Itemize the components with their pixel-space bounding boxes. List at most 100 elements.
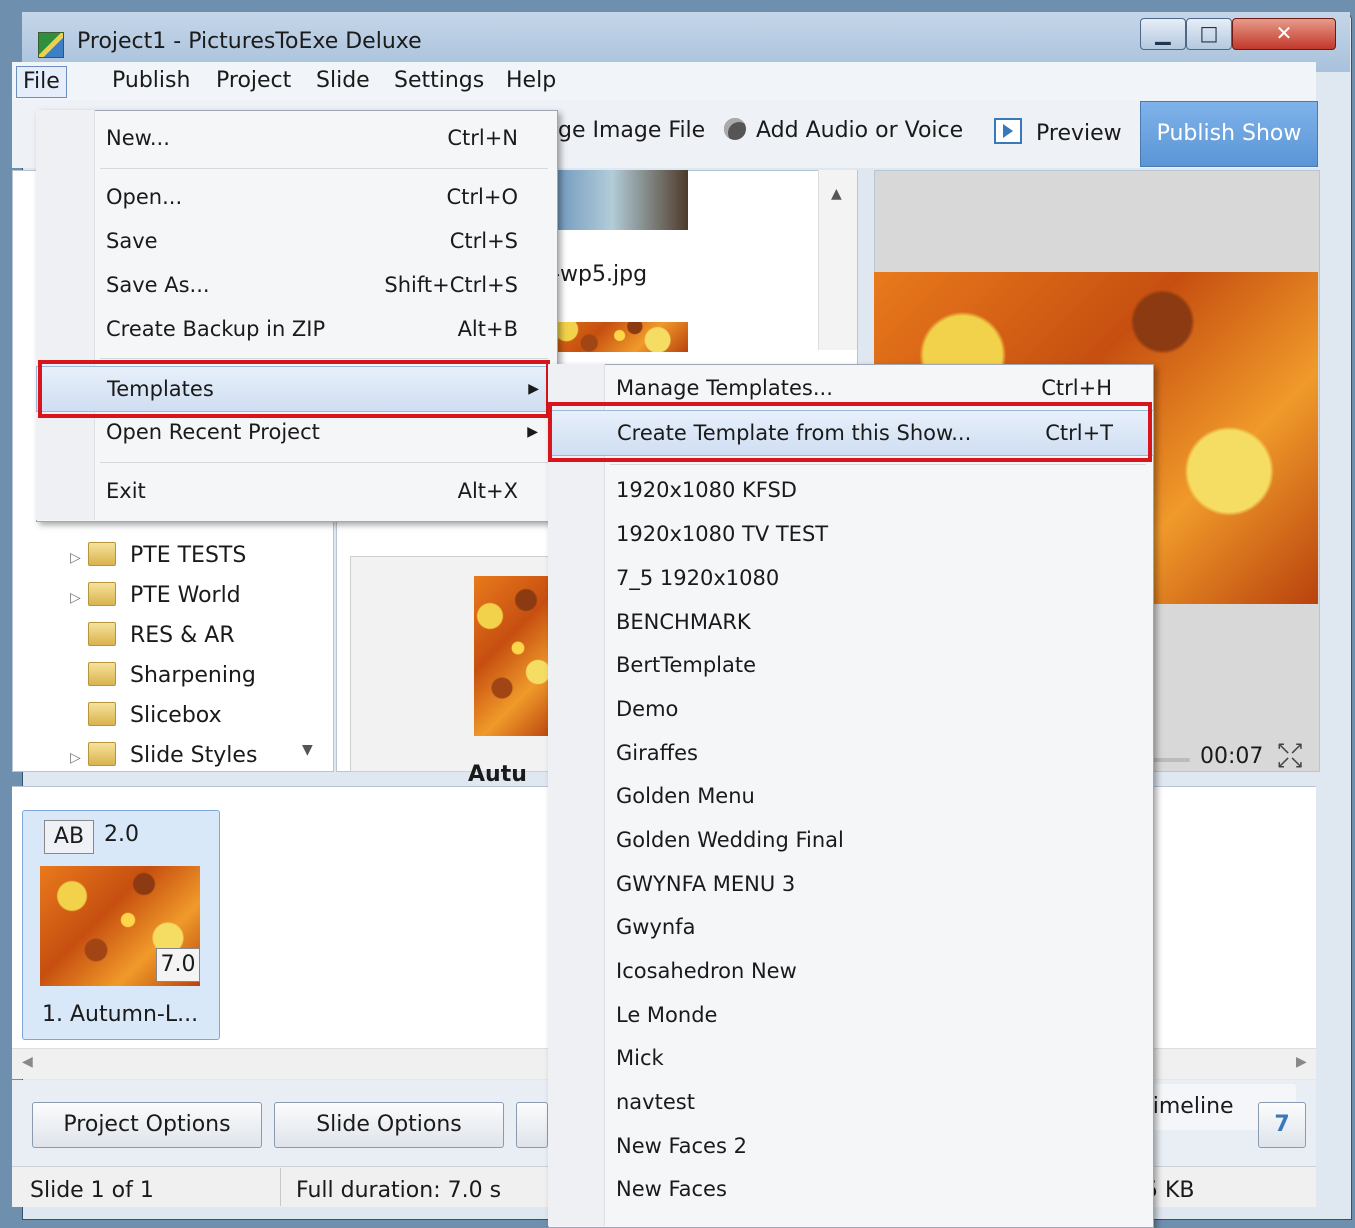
template-item[interactable]: New Faces — [548, 1169, 1152, 1209]
menu-shortcut: Ctrl+N — [447, 126, 518, 150]
tree-item[interactable]: ▷ PTE World — [70, 578, 241, 614]
template-item[interactable]: Demo — [548, 689, 1152, 729]
tree-item[interactable]: ▷ Slide Styles — [70, 738, 257, 774]
file-list-scrollbar[interactable]: ▲ — [818, 170, 857, 350]
menu-item-save-as[interactable]: Save As... Shift+Ctrl+S — [36, 265, 556, 305]
menu-item-label: Open... — [106, 185, 183, 209]
add-audio-button[interactable]: Add Audio or Voice — [724, 118, 963, 143]
tree-item[interactable]: Slicebox — [70, 698, 222, 734]
transition-duration: 2.0 — [104, 822, 139, 847]
file-thumbnail[interactable] — [536, 170, 688, 230]
minimize-button[interactable]: ▁ — [1140, 18, 1186, 50]
template-item[interactable]: Mick — [548, 1038, 1152, 1078]
folder-icon — [88, 662, 116, 686]
template-item[interactable]: 1920x1080 KFSD — [548, 470, 1152, 510]
tree-item-label: RES & AR — [130, 623, 235, 648]
file-name: Autu — [468, 762, 527, 787]
template-item[interactable]: Golden Menu — [548, 776, 1152, 816]
template-item[interactable]: Le Monde — [548, 995, 1152, 1035]
scroll-right-icon[interactable]: ▶ — [1296, 1054, 1307, 1070]
menu-item-open[interactable]: Open... Ctrl+O — [36, 177, 556, 217]
menu-item-label: Save — [106, 229, 158, 253]
app-icon — [38, 32, 64, 58]
audio-icon — [724, 118, 746, 140]
template-label: New Faces 2 — [616, 1134, 747, 1158]
template-label: 1920x1080 KFSD — [616, 478, 797, 502]
tree-item[interactable]: Sharpening — [70, 658, 256, 694]
template-item[interactable]: Golden Wedding Final — [548, 820, 1152, 860]
menu-separator — [610, 464, 1146, 465]
menu-item-label: New... — [106, 126, 170, 150]
menu-separator — [100, 168, 548, 169]
template-label: Mick — [616, 1046, 664, 1070]
slide-options-button[interactable]: Slide Options — [274, 1102, 504, 1148]
file-thumbnail — [474, 576, 554, 736]
highlight-box-create-template — [548, 402, 1152, 462]
template-item[interactable]: Giraffes — [548, 733, 1152, 773]
publish-show-button[interactable]: Publish Show — [1140, 101, 1318, 167]
menu-project[interactable]: Project — [210, 66, 297, 96]
status-duration: Full duration: 7.0 s — [296, 1178, 502, 1203]
menu-item-new[interactable]: New... Ctrl+N — [36, 118, 556, 158]
tree-item-label: PTE World — [130, 583, 241, 608]
highlight-box-templates — [38, 360, 550, 418]
template-item[interactable]: 1920x1080 TV TEST — [548, 514, 1152, 554]
template-item[interactable]: Gwynfa — [548, 907, 1152, 947]
menu-publish[interactable]: Publish — [106, 66, 196, 96]
folder-icon — [88, 742, 116, 766]
template-item[interactable]: BENCHMARK — [548, 602, 1152, 642]
menu-slide[interactable]: Slide — [310, 66, 376, 96]
tree-item[interactable]: RES & AR — [70, 618, 235, 654]
template-label: Gwynfa — [616, 915, 696, 939]
template-item[interactable]: BertTemplate — [548, 645, 1152, 685]
template-label: Le Monde — [616, 1003, 718, 1027]
maximize-button[interactable]: □ — [1186, 18, 1232, 50]
menu-item-backup-zip[interactable]: Create Backup in ZIP Alt+B — [36, 309, 556, 349]
change-image-button[interactable]: ge Image File — [558, 118, 705, 143]
menu-shortcut: Shift+Ctrl+S — [384, 273, 518, 297]
menu-settings[interactable]: Settings — [388, 66, 490, 96]
menu-help[interactable]: Help — [500, 66, 562, 96]
scroll-up-icon[interactable]: ▲ — [831, 186, 842, 202]
slide-duration[interactable]: 7.0 — [156, 948, 200, 982]
template-item[interactable]: GWYNFA MENU 3 — [548, 864, 1152, 904]
menu-item-open-recent[interactable]: Open Recent Project ▶ — [36, 412, 556, 452]
preview-icon — [994, 118, 1022, 144]
tree-item-label: Slicebox — [130, 703, 222, 728]
file-thumbnail[interactable] — [536, 322, 688, 352]
project-options-button[interactable]: Project Options — [32, 1102, 262, 1148]
menu-shortcut: Alt+X — [457, 479, 518, 503]
expand-arrow-icon[interactable]: ▷ — [70, 540, 88, 576]
template-label: BENCHMARK — [616, 610, 751, 634]
template-item[interactable]: navtest — [548, 1082, 1152, 1122]
partial-button[interactable] — [516, 1102, 548, 1148]
expand-arrow-icon[interactable]: ▷ — [70, 740, 88, 776]
template-label: Giraffes — [616, 741, 698, 765]
template-label: navtest — [616, 1090, 695, 1114]
tree-item-label: Slide Styles — [130, 743, 258, 768]
template-item[interactable]: 7_5 1920x1080 — [548, 558, 1152, 598]
folder-icon — [88, 622, 116, 646]
preview-button[interactable]: Preview — [994, 118, 1122, 146]
template-item[interactable]: Icosahedron New — [548, 951, 1152, 991]
tree-item[interactable]: ▷ PTE TESTS — [70, 538, 246, 574]
scroll-down-icon[interactable]: ▼ — [302, 742, 322, 758]
menu-bar: File Publish Project Slide Settings Help — [12, 62, 1316, 101]
template-item[interactable]: New Faces 2 — [548, 1126, 1152, 1166]
menu-item-label: Save As... — [106, 273, 210, 297]
transition-badge[interactable]: AB — [44, 820, 94, 854]
close-button[interactable]: ✕ — [1232, 18, 1336, 50]
menu-item-exit[interactable]: Exit Alt+X — [36, 471, 556, 511]
template-label: 7_5 1920x1080 — [616, 566, 780, 590]
expand-arrow-icon[interactable]: ▷ — [70, 580, 88, 616]
menu-file[interactable]: File — [16, 66, 67, 98]
menu-separator — [100, 462, 548, 463]
timeline-toggle-icon[interactable]: 7 — [1258, 1102, 1306, 1148]
template-label: Golden Wedding Final — [616, 828, 844, 852]
scroll-left-icon[interactable]: ◀ — [22, 1054, 33, 1070]
submenu-arrow-icon: ▶ — [527, 424, 538, 440]
add-audio-label: Add Audio or Voice — [756, 118, 964, 143]
menu-item-save[interactable]: Save Ctrl+S — [36, 221, 556, 261]
folder-icon — [88, 702, 116, 726]
fullscreen-icon[interactable]: ↖↗ ↙↘ — [1276, 740, 1304, 772]
